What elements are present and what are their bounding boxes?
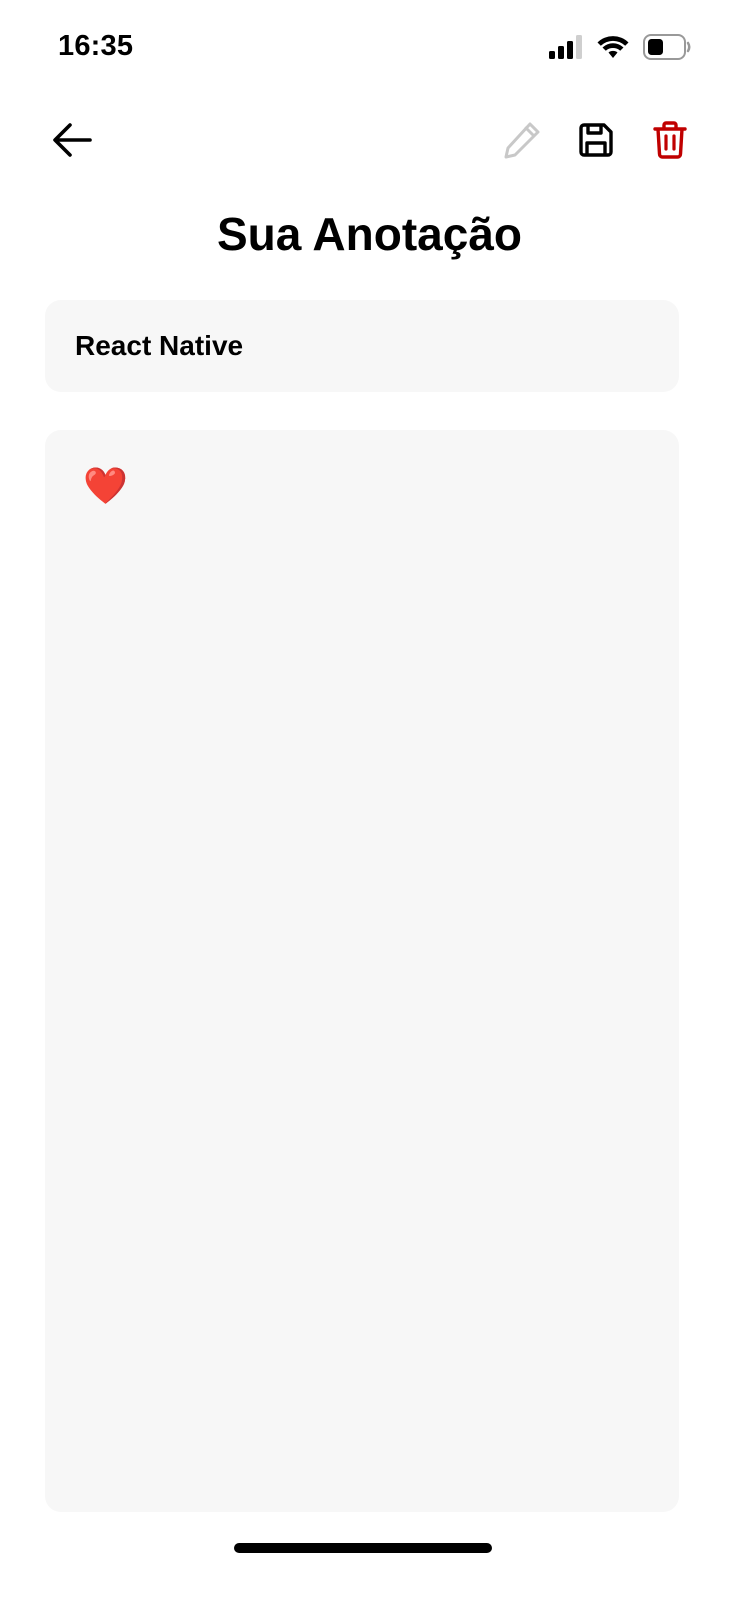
battery-icon xyxy=(643,34,691,60)
trash-icon xyxy=(653,121,687,159)
floppy-disk-icon xyxy=(579,123,613,157)
arrow-left-icon xyxy=(53,123,92,157)
status-icons xyxy=(549,34,691,60)
toolbar xyxy=(0,110,739,170)
note-title-field[interactable]: React Native xyxy=(45,300,679,392)
page-title: Sua Anotação xyxy=(216,208,523,260)
cellular-signal-icon xyxy=(549,35,582,59)
pencil-icon xyxy=(504,122,540,159)
back-button[interactable] xyxy=(48,116,96,164)
status-bar: 16:35 xyxy=(0,0,739,90)
save-button[interactable] xyxy=(572,116,620,164)
wifi-icon xyxy=(597,36,629,58)
home-indicator[interactable] xyxy=(234,1543,492,1553)
delete-button[interactable] xyxy=(646,116,694,164)
edit-button[interactable] xyxy=(498,116,546,164)
note-body-field[interactable]: ❤️ xyxy=(45,430,679,1512)
status-time: 16:35 xyxy=(58,30,134,62)
